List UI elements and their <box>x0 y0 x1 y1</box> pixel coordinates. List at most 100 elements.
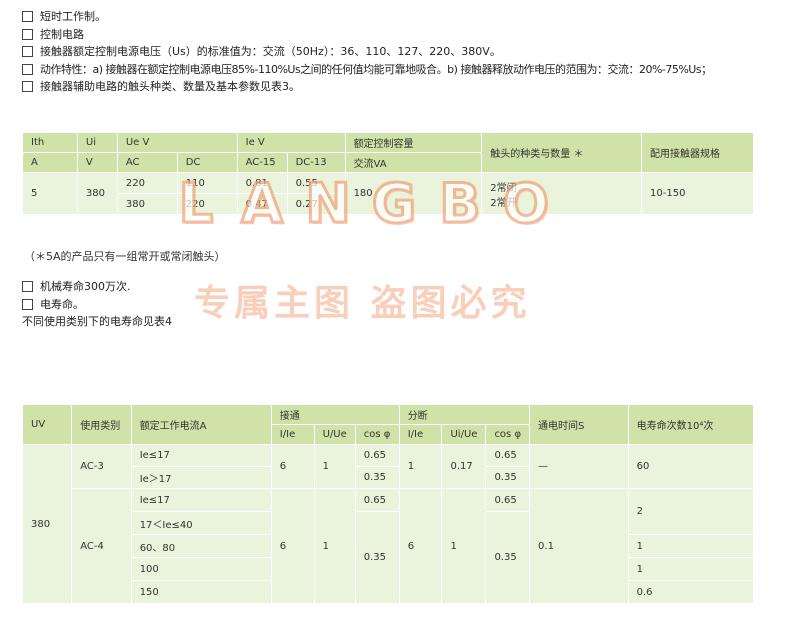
cell-current: 150 <box>130 580 272 604</box>
cell-current: 60、80 <box>130 534 272 558</box>
spec-item: 接触器辅助电路的触头种类、数量及基本参数见表3。 <box>22 78 712 96</box>
cell-life: 0.6 <box>627 580 755 604</box>
cell-life: 60 <box>627 444 755 489</box>
spec-item: 接触器额定控制电源电压（Us）的标准值为：交流（50Hz）：36、110、127… <box>22 43 712 61</box>
cell-ue-ac: 220 <box>116 172 178 194</box>
header-break-i: I/Ie <box>398 424 443 445</box>
cell-model: 10-150 <box>641 172 754 215</box>
spec-list-mid: 机械寿命300万次. 电寿命。 不同使用类别下的电寿命见表4 <box>22 278 172 331</box>
checkbox-icon <box>22 63 33 75</box>
electrical-life-table: UV 使用类别 额定工作电流A 接通 分断 通电时间S 电寿命次数10⁴次 I/… <box>21 404 755 604</box>
header-ui-unit: V <box>76 152 118 173</box>
header-ac15: AC-15 <box>236 152 288 173</box>
spec-item: 控制电路 <box>22 26 712 44</box>
cell-ue-ac: 380 <box>116 193 178 215</box>
spec-item: 机械寿命300万次. <box>22 278 172 296</box>
spec-text: 机械寿命300万次. <box>40 280 131 293</box>
cell-current: Ie≤17 <box>130 444 272 467</box>
header-dc: DC <box>176 152 238 173</box>
checkbox-icon <box>22 46 33 58</box>
spec-plain: 不同使用类别下的电寿命见表4 <box>22 313 172 331</box>
header-ie: Ie V <box>236 132 346 153</box>
checkbox-icon <box>22 298 33 310</box>
spec-item: 动作特性：a) 接触器在额定控制电源电压85%-110%Us之间的任何值均能可靠… <box>22 61 712 79</box>
cell-make-cos: 0.65 <box>354 488 400 512</box>
cell-current: Ie≤17 <box>130 488 272 512</box>
contact-no: 2常开 <box>490 197 517 209</box>
header-dc13: DC-13 <box>286 152 346 173</box>
cell-make-cos: 0.65 <box>354 444 400 467</box>
header-electrical-life: 电寿命次数10⁴次 <box>627 404 755 445</box>
cell-break-u: 0.17 <box>441 444 487 489</box>
cell-break-i: 1 <box>398 444 443 489</box>
header-make-cos: cos φ <box>354 424 400 445</box>
cell-time: — <box>529 444 629 489</box>
spec-item: 短时工作制。 <box>22 8 712 26</box>
header-energize-time: 通电时间S <box>529 404 629 445</box>
cell-ith: 5 <box>22 172 78 215</box>
spec-item: 电寿命。 <box>22 296 172 314</box>
cell-current: 100 <box>130 557 272 581</box>
header-ith: Ith <box>22 132 78 153</box>
cell-contact: 2常闭 2常开 <box>481 172 643 215</box>
header-make-i: I/Ie <box>270 424 315 445</box>
cell-make-i: 6 <box>270 444 315 489</box>
spec-text: 接触器额定控制电源电压（Us）的标准值为：交流（50Hz）：36、110、127… <box>40 45 501 58</box>
cell-make-i: 6 <box>270 488 315 604</box>
cell-life: 1 <box>627 557 755 581</box>
header-ue: Ue V <box>116 132 238 153</box>
cell-va: 180 <box>344 172 483 215</box>
header-make-u: U/Ue <box>313 424 356 445</box>
header-ith-unit: A <box>22 152 78 173</box>
cell-current: 17＜Ie≤40 <box>130 511 272 535</box>
spec-list-top: 短时工作制。 控制电路 接触器额定控制电源电压（Us）的标准值为：交流（50Hz… <box>22 8 712 96</box>
cell-category-ac3: AC-3 <box>71 444 132 489</box>
header-break-cos: cos φ <box>485 424 531 445</box>
cell-ie-dc13: 0.27 <box>286 193 346 215</box>
cell-ie-dc13: 0.55 <box>286 172 346 194</box>
cell-life: 1 <box>627 534 755 558</box>
spec-text: 控制电路 <box>40 27 84 41</box>
cell-life: 2 <box>627 488 755 535</box>
spec-text: 接触器辅助电路的触头种类、数量及基本参数见表3。 <box>40 80 300 93</box>
cell-make-cos: 0.35 <box>354 511 400 604</box>
cell-ui: 380 <box>76 172 118 215</box>
cell-ue-dc: 110 <box>176 172 238 194</box>
header-break-u: Ui/Ue <box>441 424 487 445</box>
header-ui: Ui <box>76 132 118 153</box>
cell-category-ac4: AC-4 <box>71 488 132 604</box>
cell-time: 0.1 <box>529 488 629 604</box>
cell-ue-dc: 220 <box>176 193 238 215</box>
header-rated-current: 额定工作电流A <box>130 404 272 445</box>
header-category: 使用类别 <box>71 404 132 445</box>
cell-uv: 380 <box>21 444 73 604</box>
spec-text: 动作特性：a) 接触器在额定控制电源电压85%-110%Us之间的任何值均能可靠… <box>40 62 712 76</box>
header-uv: UV <box>21 404 73 445</box>
footnote: （＊5A的产品只有一组常开或常闭触头） <box>24 250 226 263</box>
cell-ie-ac15: 0.81 <box>236 172 288 194</box>
cell-current: Ie＞17 <box>130 466 272 489</box>
checkbox-icon <box>22 11 33 23</box>
header-contact-type: 触头的种类与数量 ＊ <box>481 132 643 173</box>
checkbox-icon <box>22 281 33 293</box>
watermark-text: 专属主图 盗图必究 <box>194 282 531 324</box>
cell-break-cos: 0.65 <box>485 444 531 467</box>
cell-break-cos: 0.65 <box>485 488 531 512</box>
header-contactor-model: 配用接触器规格 <box>641 132 754 173</box>
cell-make-cos: 0.35 <box>354 466 400 489</box>
spec-text: 短时工作制。 <box>40 10 106 23</box>
header-capacity: 额定控制容量 <box>344 132 483 153</box>
auxiliary-contact-table: Ith Ui Ue V Ie V 额定控制容量 触头的种类与数量 ＊ 配用接触器… <box>22 132 754 215</box>
spec-text: 不同使用类别下的电寿命见表4 <box>22 315 172 328</box>
cell-break-i: 6 <box>398 488 443 604</box>
checkbox-icon <box>22 28 33 40</box>
checkbox-icon <box>22 81 33 93</box>
cell-break-cos: 0.35 <box>485 511 531 604</box>
spec-text: 电寿命。 <box>40 297 84 311</box>
contact-nc: 2常闭 <box>490 182 517 194</box>
header-ac: AC <box>116 152 178 173</box>
cell-make-u: 1 <box>313 444 356 489</box>
cell-break-cos: 0.35 <box>485 466 531 489</box>
header-break: 分断 <box>398 404 531 425</box>
cell-break-u: 1 <box>441 488 487 604</box>
